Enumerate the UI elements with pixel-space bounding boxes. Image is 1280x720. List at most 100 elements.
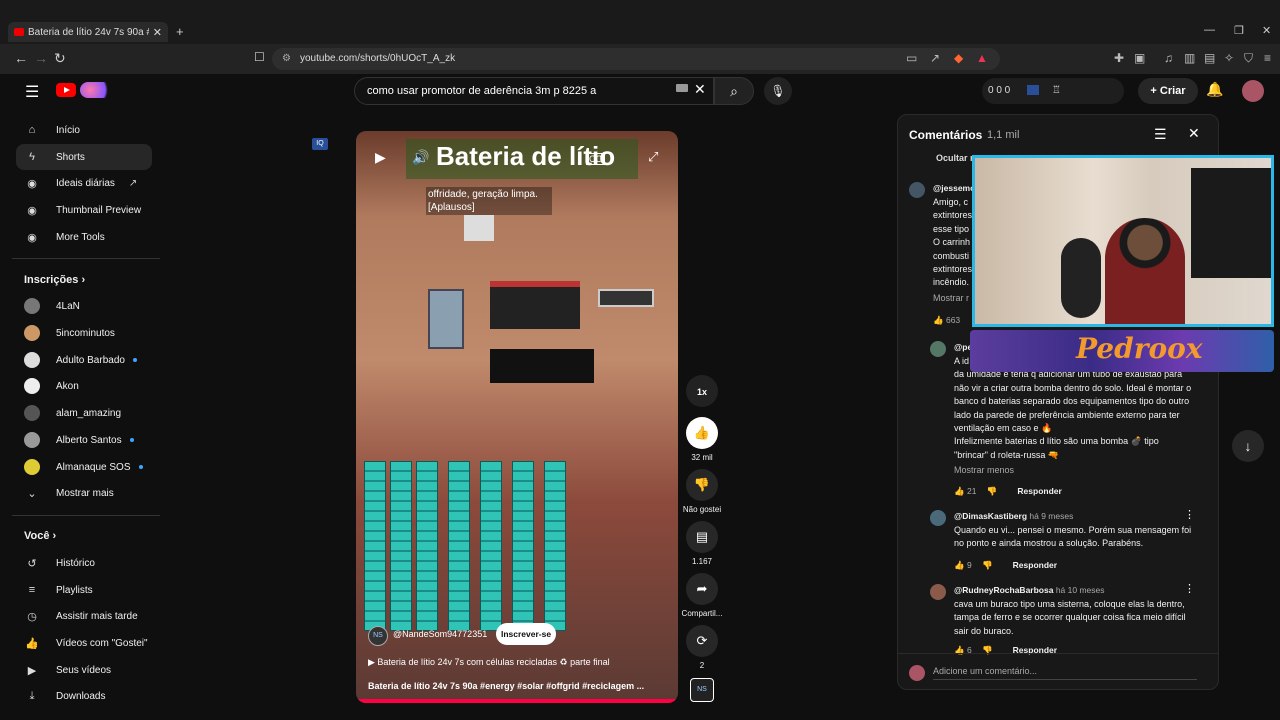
youtube-logo[interactable] — [56, 83, 76, 97]
sidebar-item-ideias[interactable]: ◉ Ideais diárias ↗ — [16, 170, 152, 196]
cast-icon[interactable]: ▭ — [906, 51, 917, 65]
sidebar-sub-akon[interactable]: Akon — [16, 373, 152, 399]
comment-author[interactable]: @jessemo — [933, 183, 975, 193]
channel-handle[interactable]: @NandeSom94772351 — [393, 629, 487, 639]
like-button[interactable]: 👍 — [686, 417, 718, 449]
thumbs-up-icon[interactable]: 👍 — [954, 486, 965, 496]
sidebar-panel-icon[interactable]: ▥ — [1184, 51, 1195, 65]
thumbs-up-icon[interactable]: 👍 — [954, 560, 965, 570]
site-info-icon[interactable]: ⚙ — [282, 53, 291, 64]
show-less-link[interactable]: Mostrar menos — [954, 465, 1014, 475]
comment-avatar[interactable] — [909, 182, 925, 198]
close-comments-icon[interactable]: ✕ — [1188, 125, 1200, 142]
captions-icon[interactable]: CC — [586, 153, 605, 165]
dislike-button[interactable]: 👎 — [686, 469, 718, 501]
youtube-doodle[interactable] — [80, 82, 114, 98]
subscriptions-heading[interactable]: Inscrições › — [24, 274, 85, 286]
comment-avatar[interactable] — [930, 510, 946, 526]
brave-shield-icon[interactable]: ◆ — [954, 51, 963, 65]
sidebar-sub-almanaque-sos[interactable]: Almanaque SOS — [16, 454, 152, 480]
sidebar-sub-5incominutos[interactable]: 5incominutos — [16, 320, 152, 346]
comments-button[interactable]: ▤ — [686, 521, 718, 553]
extension-overlay-icon[interactable]: IQ — [312, 138, 328, 150]
volume-icon[interactable]: 🔊 — [412, 149, 429, 166]
clear-search-icon[interactable]: ✕ — [694, 81, 706, 98]
sidebar-item-home[interactable]: ⌂ Início — [16, 117, 152, 143]
play-icon[interactable]: ▶ — [375, 149, 386, 166]
sidebar-show-more[interactable]: ⌄ Mostrar mais — [16, 480, 152, 506]
share-button[interactable]: ➦ — [686, 573, 718, 605]
sidebar-item-watch-later[interactable]: ◷ Assistir mais tarde — [16, 603, 152, 629]
sidebar-sub-4lan[interactable]: 4LaN — [16, 293, 152, 319]
thumbs-up-icon[interactable]: 👍 — [933, 315, 944, 325]
comment-menu-icon[interactable]: ⋮ — [1184, 582, 1195, 595]
thumbs-down-icon[interactable]: 👎 — [987, 486, 998, 496]
minimize-icon[interactable]: — — [1204, 24, 1215, 36]
show-more-link[interactable]: Mostrar r — [933, 293, 969, 303]
trophy-icon[interactable]: ♖ — [1052, 85, 1061, 96]
share-icon[interactable]: ↗ — [930, 51, 940, 65]
fullscreen-icon[interactable]: ⤢ — [648, 149, 658, 165]
maximize-icon[interactable]: ❐ — [1234, 24, 1244, 37]
thumbs-down-icon[interactable]: 👎 — [982, 560, 993, 570]
extensions-icon[interactable]: ✚ — [1114, 51, 1124, 65]
extension-badge-icon[interactable] — [1027, 85, 1040, 96]
sidebar-item-your-videos[interactable]: ▶ Seus vídeos — [16, 657, 152, 683]
reload-icon[interactable]: ↻ — [54, 50, 66, 67]
hide-replies-link[interactable]: Ocultar r — [936, 153, 974, 163]
you-heading[interactable]: Você › — [24, 530, 56, 542]
playback-speed-button[interactable]: 1x — [686, 375, 718, 407]
hamburger-menu-icon[interactable]: ☰ — [25, 82, 39, 102]
subscribe-button[interactable]: Inscrever-se — [496, 623, 556, 645]
wallet-icon[interactable]: ▤ — [1204, 51, 1215, 65]
bookmark-icon[interactable]: ☐ — [254, 50, 265, 64]
sound-channel-avatar[interactable]: NS — [690, 678, 714, 702]
tab-close-icon[interactable]: ✕ — [153, 26, 162, 39]
remix-button[interactable]: ⟳ — [686, 625, 718, 657]
keyboard-icon[interactable] — [676, 84, 688, 92]
url-field[interactable]: youtube.com/shorts/0hUOcT_A_zk — [272, 48, 1000, 70]
sidebar-sub-alam-amazing[interactable]: alam_amazing — [16, 400, 152, 426]
sidebar-item-thumbnail-preview[interactable]: ◉ Thumbnail Preview — [16, 197, 152, 223]
back-icon[interactable]: ← — [14, 50, 28, 66]
comment-author[interactable]: @RudneyRochaBarbosa há 10 meses — [954, 585, 1105, 595]
create-button[interactable]: + Criar — [1138, 78, 1198, 104]
video-description-tags[interactable]: Bateria de lítio 24v 7s 90a #energy #sol… — [368, 681, 644, 691]
comment-avatar[interactable] — [930, 341, 946, 357]
video-progress-bar[interactable] — [356, 699, 678, 703]
sidebar-item-history[interactable]: ↺ Histórico — [16, 550, 152, 576]
search-input[interactable]: como usar promotor de aderência 3m p 822… — [354, 77, 714, 105]
notifications-bell-icon[interactable]: 🔔 — [1206, 81, 1223, 98]
browser-tab[interactable]: Bateria de lítio 24v 7s 90a #er ✕ — [8, 22, 168, 42]
extension-counters[interactable]: 0 0 0 ♖ — [982, 78, 1124, 104]
ai-icon[interactable]: ✧ — [1224, 51, 1234, 65]
comment-avatar[interactable] — [930, 584, 946, 600]
extension-icon[interactable]: ▣ — [1134, 51, 1145, 65]
sidebar-sub-adulto-barbado[interactable]: Adulto Barbado — [16, 347, 152, 373]
comment-menu-icon[interactable]: ⋮ — [1184, 508, 1195, 521]
voice-search-button[interactable]: 🎙 — [764, 77, 792, 105]
sidebar-item-playlists[interactable]: ≡ Playlists — [16, 577, 152, 603]
account-avatar[interactable] — [1242, 80, 1264, 102]
rewards-icon[interactable]: ▲ — [976, 51, 988, 65]
new-tab-icon[interactable]: + — [176, 24, 184, 39]
reply-button[interactable]: Responder — [1013, 560, 1057, 570]
music-icon[interactable]: ♫ — [1164, 51, 1173, 65]
channel-avatar[interactable]: NS — [368, 626, 388, 646]
sidebar-item-shorts[interactable]: ϟ Shorts — [16, 144, 152, 170]
window-close-icon[interactable]: ✕ — [1262, 24, 1271, 37]
sidebar-sub-alberto-santos[interactable]: Alberto Santos — [16, 427, 152, 453]
shorts-video-player[interactable]: Bateria de lítio offridade, geração limp… — [356, 131, 678, 703]
forward-icon[interactable]: → — [34, 50, 48, 66]
next-video-button[interactable]: ↓ — [1232, 430, 1264, 462]
vpn-icon[interactable]: ⛉ — [1244, 51, 1253, 66]
comment-author[interactable]: @DimasKastiberg há 9 meses — [954, 511, 1073, 521]
reply-button[interactable]: Responder — [1017, 486, 1061, 496]
search-button[interactable]: ⌕ — [714, 77, 754, 105]
browser-menu-icon[interactable]: ≡ — [1264, 51, 1271, 65]
sort-comments-icon[interactable]: ☰ — [1154, 126, 1167, 143]
sidebar-item-liked-videos[interactable]: 👍 Vídeos com "Gostei" — [16, 630, 152, 656]
sidebar-item-more-tools[interactable]: ◉ More Tools — [16, 224, 152, 250]
sidebar-item-downloads[interactable]: ⤓ Downloads — [16, 683, 152, 709]
video-description-title[interactable]: ▶ Bateria de lítio 24v 7s com células re… — [368, 657, 610, 668]
